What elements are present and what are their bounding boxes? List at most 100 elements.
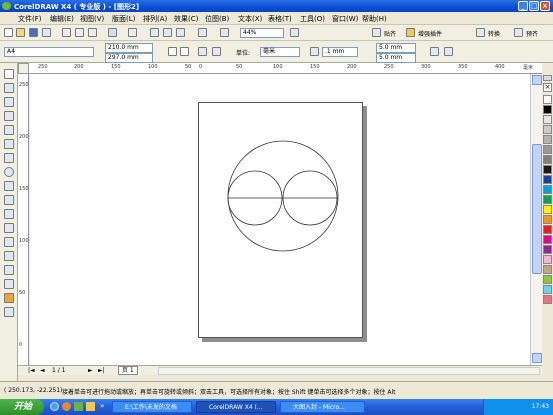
scroll-up-button[interactable] [532, 75, 542, 85]
color-swatch[interactable] [543, 95, 552, 104]
page-tab[interactable]: 页 1 [118, 366, 138, 375]
landscape-icon[interactable] [180, 47, 189, 56]
undo-icon[interactable] [108, 28, 117, 37]
print-icon[interactable] [42, 28, 51, 37]
horizontal-scrollbar[interactable] [158, 367, 540, 375]
search-icon[interactable] [150, 28, 159, 37]
paste-icon[interactable] [88, 28, 97, 37]
color-swatch[interactable] [543, 175, 552, 184]
convert-icon[interactable] [476, 28, 485, 37]
taskbar-overflow-icon[interactable]: » [100, 402, 104, 410]
nudge-distance-field[interactable]: .1 mm [322, 47, 358, 57]
task-coreldraw[interactable]: CorelDRAW X4 (... [196, 401, 276, 413]
vertical-scrollbar[interactable] [530, 74, 542, 365]
crop-tool-icon[interactable] [4, 97, 14, 107]
redo-icon[interactable] [128, 28, 137, 37]
snap-to-label[interactable]: 贴齐 [384, 29, 396, 38]
convert-label[interactable]: 转换 [488, 29, 500, 38]
color-swatch[interactable] [543, 195, 552, 204]
color-swatch[interactable] [543, 125, 552, 134]
task-word[interactable]: 大图入封 - Micro... [280, 401, 365, 413]
ie-icon[interactable] [50, 402, 59, 411]
color-swatch[interactable] [543, 165, 552, 174]
polygon-tool-icon[interactable] [4, 181, 14, 191]
copy-icon[interactable] [75, 28, 84, 37]
color-swatch[interactable] [543, 265, 552, 274]
menu-table[interactable]: 表格(T) [268, 14, 292, 24]
zoom-level-select[interactable]: 44% [240, 28, 284, 38]
next-page-icon[interactable]: ► [88, 367, 93, 374]
folder-icon[interactable] [86, 402, 95, 411]
close-button[interactable]: × [540, 1, 550, 11]
freehand-tool-icon[interactable] [4, 125, 14, 135]
treat-as-filled-icon[interactable] [430, 47, 439, 56]
task-explorer[interactable]: E:\工作\未发的文档 [112, 401, 192, 413]
enhanced-plugin-label[interactable]: 增强插件 [418, 29, 442, 38]
menu-text[interactable]: 文本(X) [238, 14, 262, 24]
align-icon[interactable] [514, 28, 523, 37]
rectangle-tool-icon[interactable] [4, 153, 14, 163]
shape-tool-icon[interactable] [4, 83, 14, 93]
menu-bitmaps[interactable]: 位图(B) [205, 14, 229, 24]
no-color-swatch[interactable]: × [543, 83, 552, 92]
menu-edit[interactable]: 编辑(E) [50, 14, 74, 24]
desktop-icon[interactable] [74, 402, 83, 411]
first-page-icon[interactable]: |◄ [28, 367, 35, 374]
page-width-field[interactable]: 210.0 mm [105, 43, 153, 53]
all-pages-icon[interactable] [198, 47, 207, 56]
menu-help[interactable]: 帮助(H) [362, 14, 387, 24]
minimize-button[interactable]: _ [518, 1, 528, 11]
dimension-tool-icon[interactable] [4, 237, 14, 247]
save-icon[interactable] [29, 28, 38, 37]
new-icon[interactable] [4, 28, 13, 37]
color-swatch[interactable] [543, 275, 552, 284]
menu-file[interactable]: 文件(F) [18, 14, 42, 24]
drawing-canvas[interactable] [30, 74, 530, 365]
menu-window[interactable]: 窗口(W) [332, 14, 358, 24]
interactive-fill-icon[interactable] [4, 307, 14, 317]
scroll-down-button[interactable] [532, 353, 542, 363]
color-swatch[interactable] [543, 185, 552, 194]
start-button[interactable]: 开始 [0, 399, 44, 415]
menu-arrange[interactable]: 排列(A) [143, 14, 167, 24]
page-height-field[interactable]: 297.0 mm [105, 53, 153, 63]
pick-tool-icon[interactable] [4, 69, 14, 79]
application-launcher-icon[interactable] [198, 28, 207, 37]
interactive-blend-icon[interactable] [4, 251, 14, 261]
color-swatch[interactable] [543, 205, 552, 214]
menu-view[interactable]: 视图(V) [80, 14, 104, 24]
color-swatch[interactable] [543, 225, 552, 234]
smart-fill-icon[interactable] [4, 139, 14, 149]
fill-tool-icon[interactable] [4, 293, 14, 303]
duplicate-distance-x-field[interactable]: 5.0 mm [376, 43, 416, 53]
previous-page-icon[interactable]: ◄ [40, 367, 45, 374]
color-swatch[interactable] [543, 235, 552, 244]
units-select[interactable]: 毫米 [260, 47, 300, 57]
palette-scroll-up-icon[interactable] [543, 75, 552, 81]
open-icon[interactable] [16, 28, 25, 37]
last-page-icon[interactable]: ►| [98, 367, 105, 374]
current-page-icon[interactable] [212, 47, 221, 56]
portrait-icon[interactable] [168, 47, 177, 56]
color-swatch[interactable] [543, 115, 552, 124]
color-swatch[interactable] [543, 105, 552, 114]
zoom-tool-icon[interactable] [4, 111, 14, 121]
color-swatch[interactable] [543, 245, 552, 254]
menu-tools[interactable]: 工具(O) [300, 14, 325, 24]
color-swatch[interactable] [543, 145, 552, 154]
plugin-icon[interactable] [406, 28, 415, 37]
menu-layout[interactable]: 版面(L) [112, 14, 135, 24]
basic-shapes-icon[interactable] [4, 195, 14, 205]
table-tool-icon[interactable] [4, 223, 14, 233]
export-icon[interactable] [176, 28, 185, 37]
color-swatch[interactable] [543, 155, 552, 164]
welcome-screen-icon[interactable] [220, 28, 229, 37]
text-tool-icon[interactable] [4, 209, 14, 219]
color-swatch[interactable] [543, 255, 552, 264]
duplicate-distance-y-field[interactable]: 5.0 mm [376, 53, 416, 63]
color-swatch[interactable] [543, 135, 552, 144]
media-icon[interactable] [62, 402, 71, 411]
eyedropper-tool-icon[interactable] [4, 265, 14, 275]
import-icon[interactable] [163, 28, 172, 37]
maximize-button[interactable]: □ [529, 1, 539, 11]
